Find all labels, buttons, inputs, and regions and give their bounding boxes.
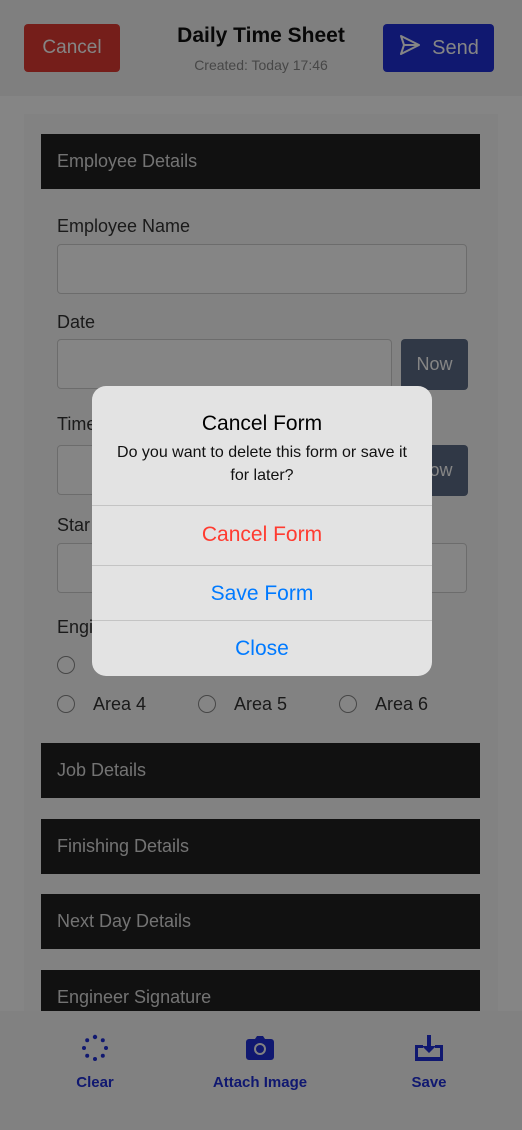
save-form-button[interactable]: Save Form bbox=[92, 582, 432, 606]
dialog-divider bbox=[92, 620, 432, 621]
close-dialog-button[interactable]: Close bbox=[92, 637, 432, 661]
dialog-divider bbox=[92, 565, 432, 566]
dialog-title: Cancel Form bbox=[201, 412, 323, 435]
page: Cancel Daily Time Sheet Created: Today 1… bbox=[0, 0, 522, 1130]
cancel-form-button[interactable]: Cancel Form bbox=[92, 523, 432, 547]
dialog-message: Do you want to delete this form or save … bbox=[117, 444, 407, 484]
dialog-divider bbox=[92, 505, 432, 506]
cancel-form-dialog: Cancel Form Do you want to delete this f… bbox=[92, 386, 432, 676]
